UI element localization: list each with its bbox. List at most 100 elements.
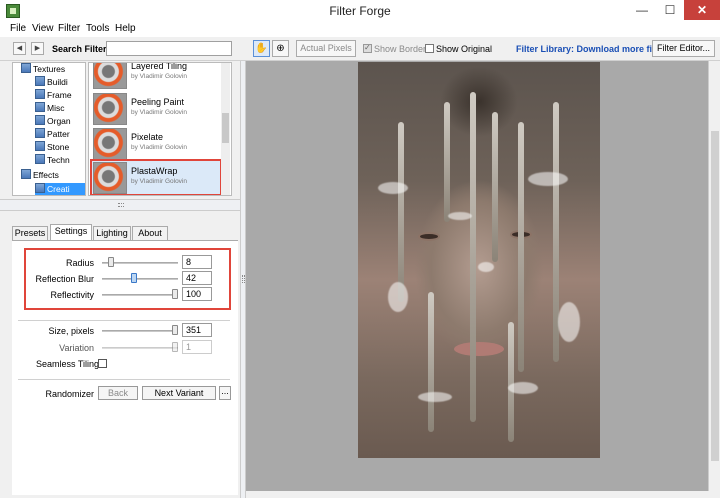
plastic-drip [518,122,524,372]
param-label: Reflectivity [50,290,94,300]
forward-arrow-icon[interactable]: ▶ [31,42,44,55]
preview-hscrollbar[interactable] [246,491,720,498]
title-bar: Filter Forge — ☐ ✕ [0,0,720,22]
menu-help[interactable]: Help [115,23,136,34]
window-title: Filter Forge [329,4,391,18]
filter-list[interactable]: Layered Tiling by Vladimir Golovin Peeli… [88,62,232,196]
tree-item[interactable]: Buildi [35,76,68,89]
tree-item[interactable]: Stone [35,141,69,154]
maximize-button[interactable]: ☐ [656,0,684,20]
plastic-drip [398,122,404,302]
folder-icon [35,154,45,164]
back-button[interactable]: Back [98,386,138,400]
highlight [388,282,408,312]
grip-icon [118,203,124,207]
size-label: Size, pixels [48,326,94,336]
seamless-tiling-label: Seamless Tiling [36,359,100,369]
menu-bar: File View Filter Tools Help [0,22,720,37]
highlight [558,302,580,342]
menu-tools[interactable]: Tools [86,23,109,34]
grip-icon [242,275,245,283]
category-tree[interactable]: Textures Buildi Frame Misc Organ Patter … [12,62,86,196]
preview-image [358,62,600,458]
filter-item-selected[interactable]: PlastaWrap by Vladimir Golovin [90,159,222,195]
tree-item[interactable]: Misc [35,102,64,115]
seamless-tiling-checkbox[interactable] [98,359,107,368]
eye [418,232,440,241]
highlight [478,262,494,272]
zoom-tool-icon[interactable]: ⊕ [272,40,289,57]
menu-view[interactable]: View [32,23,54,34]
variation-input[interactable]: 1 [182,340,212,354]
folder-icon [35,89,45,99]
filter-thumbnail [93,162,127,194]
tree-item[interactable]: Patter [35,128,70,141]
scrollbar-thumb[interactable] [711,131,719,461]
folder-icon [35,128,45,138]
tree-item-selected[interactable]: Creati [35,183,85,195]
variation-slider[interactable] [102,347,178,349]
menu-file[interactable]: File [10,23,26,34]
reflectivity-slider[interactable] [102,294,178,296]
filter-item[interactable]: Layered Tiling by Vladimir Golovin [91,63,221,91]
search-input[interactable] [106,41,232,56]
tab-presets[interactable]: Presets [12,226,48,240]
filter-item[interactable]: Peeling Paint by Vladimir Golovin [91,91,221,127]
actual-pixels-button[interactable]: Actual Pixels [296,40,356,57]
reflection-blur-input[interactable]: 42 [182,271,212,285]
filter-thumbnail [93,63,127,89]
filter-thumbnail [93,93,127,125]
variation-slider-knob[interactable] [172,342,178,352]
minimize-button[interactable]: — [628,0,656,20]
filter-library-link[interactable]: Filter Library: Download more filters [516,44,671,54]
reflectivity-input[interactable]: 100 [182,287,212,301]
panel-splitter[interactable] [0,199,240,211]
highlight [448,212,472,220]
menu-filter[interactable]: Filter [58,23,80,34]
scrollbar-thumb[interactable] [222,113,229,143]
radius-input[interactable]: 8 [182,255,212,269]
preview-scrollbar[interactable] [708,61,720,491]
divider [18,320,230,321]
variation-label: Variation [59,343,94,353]
filter-editor-button[interactable]: Filter Editor... [652,40,715,57]
tab-settings[interactable]: Settings [50,224,92,240]
folder-icon [21,63,31,73]
highlight [528,172,568,186]
randomizer-label: Randomizer [45,389,94,399]
tab-lighting[interactable]: Lighting [93,226,131,240]
reflection-blur-slider-knob[interactable] [131,273,138,283]
mouth [454,342,504,356]
filter-thumbnail [93,128,127,160]
tree-item[interactable]: Effects [21,169,59,182]
plastic-drip [470,92,476,422]
tree-item[interactable]: Frame [35,89,72,102]
size-slider[interactable] [102,330,178,332]
param-label: Radius [65,258,94,268]
show-border-checkbox[interactable] [363,43,372,53]
filter-list-scrollbar[interactable] [221,63,230,195]
size-input[interactable]: 351 [182,323,212,337]
filter-item[interactable]: Pixelate by Vladimir Golovin [91,126,221,162]
show-original-label: Show Original [436,44,493,54]
plastic-drip [492,112,498,262]
show-original-checkbox[interactable] [425,44,434,53]
divider [18,379,230,380]
plastic-drip [508,322,514,442]
reflectivity-slider-knob[interactable] [172,289,178,299]
highlight [508,382,538,394]
more-button[interactable]: ... [219,386,231,400]
close-button[interactable]: ✕ [684,0,720,20]
hand-tool-icon[interactable]: ✋ [253,40,270,57]
tab-about[interactable]: About [132,226,168,240]
reflection-blur-slider[interactable] [102,278,178,280]
tree-item[interactable]: Organ [35,115,71,128]
settings-panel: Radius 8 Reflection Blur 42 Reflectivity… [12,240,238,495]
radius-slider-knob[interactable] [107,257,114,267]
tree-item[interactable]: Techn [35,154,70,167]
tree-item[interactable]: Textures [21,63,65,76]
size-slider-knob[interactable] [172,325,178,335]
show-border-label: Show Border [374,44,427,54]
next-variant-button[interactable]: Next Variant [142,386,216,400]
back-arrow-icon[interactable]: ◀ [13,42,26,55]
